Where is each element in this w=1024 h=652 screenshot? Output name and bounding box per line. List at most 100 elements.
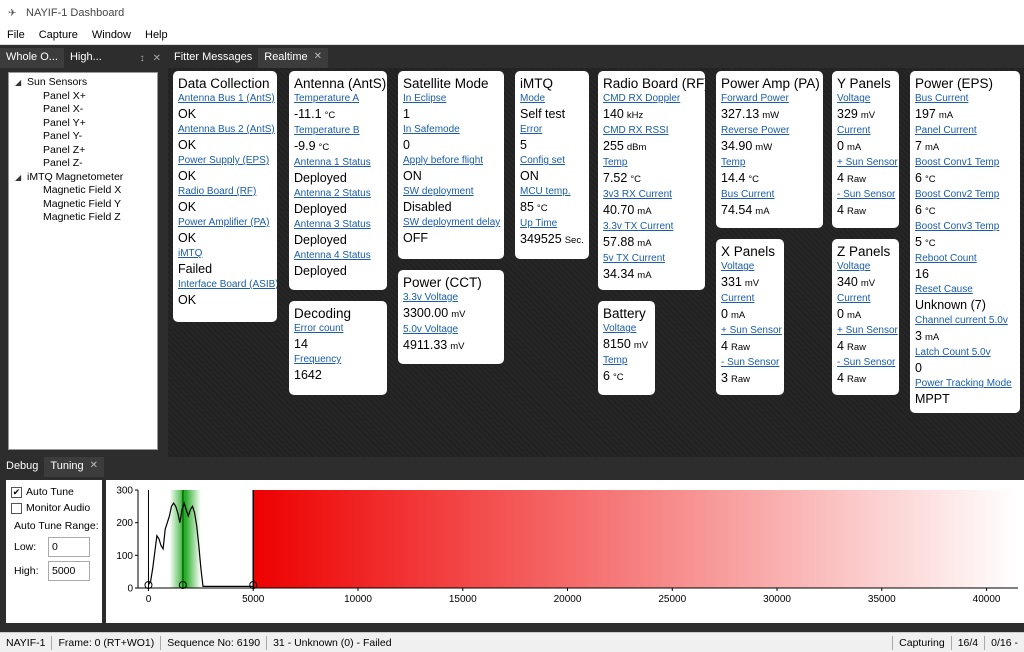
field-link[interactable]: Current <box>721 293 779 305</box>
tree-group[interactable]: ◢ iMTQ Magnetometer <box>9 171 157 185</box>
auto-tune-checkbox[interactable]: ✔ <box>11 486 22 498</box>
tree-item[interactable]: Magnetic Field Z <box>9 211 157 225</box>
field-link[interactable]: Temperature B <box>294 125 382 137</box>
low-input[interactable] <box>48 537 90 557</box>
field-link[interactable]: Error count <box>294 323 382 335</box>
field-link[interactable]: Boost Conv3 Temp <box>915 221 1015 233</box>
expand-arrow-icon[interactable]: ◢ <box>15 76 27 90</box>
tab-tuning[interactable]: Tuning ✕ <box>44 457 105 477</box>
field-link[interactable]: Antenna 4 Status <box>294 250 382 262</box>
field-link[interactable]: + Sun Sensor <box>721 325 782 337</box>
tree-group[interactable]: ◢ Sun Sensors <box>9 76 157 90</box>
tree-item[interactable]: Panel Z+ <box>9 144 157 158</box>
field-link[interactable]: Power Supply (EPS) <box>178 155 272 167</box>
field-link[interactable]: iMTQ <box>178 248 272 260</box>
tree-item[interactable]: Panel X+ <box>9 90 157 104</box>
tab-label: Debug <box>6 460 39 472</box>
field-link[interactable]: In Safemode <box>403 124 499 136</box>
pin-icon[interactable]: ↕ <box>140 53 145 64</box>
field-link[interactable]: Up Time <box>520 218 584 230</box>
tree-item[interactable]: Panel Z- <box>9 157 157 171</box>
close-icon[interactable]: ✕ <box>90 460 98 471</box>
field-link[interactable]: Boost Conv2 Temp <box>915 189 1015 201</box>
field-link[interactable]: - Sun Sensor <box>837 189 895 201</box>
tab-realtime[interactable]: Realtime ✕ <box>258 48 329 68</box>
field-link[interactable]: Voltage <box>837 261 894 273</box>
field-link[interactable]: Interface Board (ASIB) <box>178 279 277 291</box>
menu-window[interactable]: Window <box>85 29 138 41</box>
monitor-audio-checkbox[interactable] <box>11 502 22 514</box>
tree-item[interactable]: Magnetic Field X <box>9 184 157 198</box>
field-link[interactable]: Voltage <box>837 93 894 105</box>
field-link[interactable]: Antenna Bus 1 (AntS) <box>178 93 275 105</box>
high-input[interactable] <box>48 561 90 581</box>
tree-item[interactable]: Panel Y+ <box>9 117 157 131</box>
field-link[interactable]: Latch Count 5.0v <box>915 347 1015 359</box>
field-link[interactable]: Antenna 2 Status <box>294 188 382 200</box>
tree-view[interactable]: ◢ Sun Sensors Panel X+ Panel X- Panel Y+ Pane… <box>8 72 158 450</box>
field-link[interactable]: Mode <box>520 93 584 105</box>
field-link[interactable]: Temp <box>603 157 700 169</box>
field-link[interactable]: Channel current 5.0v <box>915 315 1015 327</box>
field-link[interactable]: Frequency <box>294 354 382 366</box>
tree-item[interactable]: Panel X- <box>9 103 157 117</box>
field-link[interactable]: Antenna Bus 2 (AntS) <box>178 124 275 136</box>
menu-file[interactable]: File <box>0 29 32 41</box>
spectrum-chart[interactable]: 0 100 200 300 0 5000 10000 15000 20000 25000 30000… <box>106 480 1024 623</box>
field-link[interactable]: Bus Current <box>915 93 1015 105</box>
field-link[interactable]: Apply before flight <box>403 155 499 167</box>
field-link[interactable]: - Sun Sensor <box>837 357 895 369</box>
field-link[interactable]: Antenna 1 Status <box>294 157 382 169</box>
field-link[interactable]: + Sun Sensor <box>837 157 898 169</box>
field-link[interactable]: SW deployment delay <box>403 217 500 229</box>
field-link[interactable]: Bus Current <box>721 189 818 201</box>
field-link[interactable]: Error <box>520 124 584 136</box>
value-text: 327.13 <box>721 107 760 121</box>
field-link[interactable]: Power Tracking Mode <box>915 378 1015 390</box>
field-link[interactable]: Temp <box>603 355 650 367</box>
field-link[interactable]: CMD RX Doppler <box>603 93 700 105</box>
expand-arrow-icon[interactable]: ◢ <box>15 171 27 185</box>
field-link[interactable]: Current <box>837 125 894 137</box>
field-link[interactable]: Reset Cause <box>915 284 1015 296</box>
field-link[interactable]: + Sun Sensor <box>837 325 898 337</box>
tab-whole-orbit[interactable]: Whole O... <box>0 48 64 68</box>
field-link[interactable]: CMD RX RSSI <box>603 125 700 137</box>
field-link[interactable]: MCU temp. <box>520 186 584 198</box>
field-link[interactable]: Panel Current <box>915 125 1015 137</box>
field-link[interactable]: SW deployment <box>403 186 499 198</box>
field-link[interactable]: Temp <box>721 157 818 169</box>
field-link[interactable]: Antenna 3 Status <box>294 219 382 231</box>
tree-item[interactable]: Magnetic Field Y <box>9 198 157 212</box>
field-link[interactable]: 5v TX Current <box>603 253 700 265</box>
field-link[interactable]: Current <box>837 293 894 305</box>
tree-item[interactable]: Panel Y- <box>9 130 157 144</box>
spectrum-chart-panel[interactable]: 0 100 200 300 0 5000 10000 15000 20000 25000 30000… <box>106 480 1024 623</box>
field-link[interactable]: Boost Conv1 Temp <box>915 157 1015 169</box>
menu-help[interactable]: Help <box>138 29 175 41</box>
monitor-audio-row[interactable]: Monitor Audio <box>6 500 102 516</box>
field-link[interactable]: 3.3v Voltage <box>403 292 499 304</box>
field-link[interactable]: Config set <box>520 155 584 167</box>
field-link[interactable]: Reboot Count <box>915 253 1015 265</box>
field-link[interactable]: - Sun Sensor <box>721 357 779 369</box>
close-icon[interactable]: ✕ <box>153 53 161 64</box>
field-link[interactable]: 5.0v Voltage <box>403 324 499 336</box>
field-link[interactable]: Voltage <box>721 261 779 273</box>
field-link[interactable]: 3v3 RX Current <box>603 189 700 201</box>
tab-debug[interactable]: Debug <box>0 457 45 477</box>
field-link[interactable]: Radio Board (RF) <box>178 186 272 198</box>
field-link[interactable]: Power Amplifier (PA) <box>178 217 272 229</box>
menu-capture[interactable]: Capture <box>32 29 85 41</box>
tab-high[interactable]: High... <box>63 48 108 68</box>
field-link[interactable]: In Eclipse <box>403 93 499 105</box>
status-message: 31 - Unknown (0) - Failed <box>267 635 894 650</box>
close-icon[interactable]: ✕ <box>314 51 322 62</box>
field-link[interactable]: Forward Power <box>721 93 818 105</box>
field-link[interactable]: Reverse Power <box>721 125 818 137</box>
tab-fitter-messages[interactable]: Fitter Messages <box>168 48 259 68</box>
field-link[interactable]: 3.3v TX Current <box>603 221 700 233</box>
field-link[interactable]: Voltage <box>603 323 650 335</box>
auto-tune-row[interactable]: ✔ Auto Tune <box>6 484 102 500</box>
field-link[interactable]: Temperature A <box>294 93 382 105</box>
